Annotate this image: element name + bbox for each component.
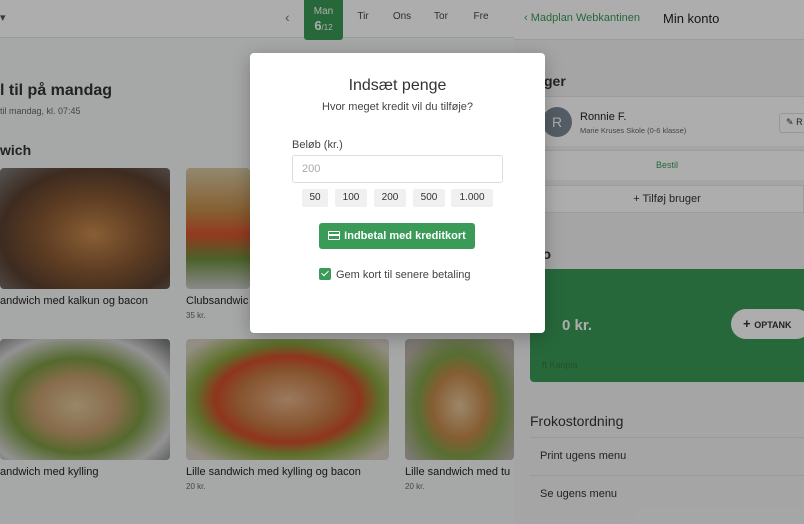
amount-input[interactable] xyxy=(292,155,503,183)
preset-amount-button[interactable]: 200 xyxy=(374,189,406,207)
pay-button-label: Indbetal med kreditkort xyxy=(344,230,466,242)
deposit-modal: Indsæt penge Hvor meget kredit vil du ti… xyxy=(250,53,545,333)
amount-label: Beløb (kr.) xyxy=(292,139,343,151)
modal-title: Indsæt penge xyxy=(348,77,447,94)
preset-amount-button[interactable]: 50 xyxy=(302,189,328,207)
credit-card-icon xyxy=(328,231,341,240)
preset-amount-button[interactable]: 1.000 xyxy=(451,189,493,207)
pay-with-card-button[interactable]: Indbetal med kreditkort xyxy=(319,223,475,249)
modal-subtitle: Hvor meget kredit vil du tilføje? xyxy=(322,101,473,113)
save-card-label: Gem kort til senere betaling xyxy=(336,269,471,281)
preset-amount-button[interactable]: 500 xyxy=(413,189,445,207)
save-card-option[interactable]: Gem kort til senere betaling xyxy=(319,268,471,281)
save-card-checkbox[interactable] xyxy=(319,268,331,280)
preset-amount-button[interactable]: 100 xyxy=(335,189,367,207)
